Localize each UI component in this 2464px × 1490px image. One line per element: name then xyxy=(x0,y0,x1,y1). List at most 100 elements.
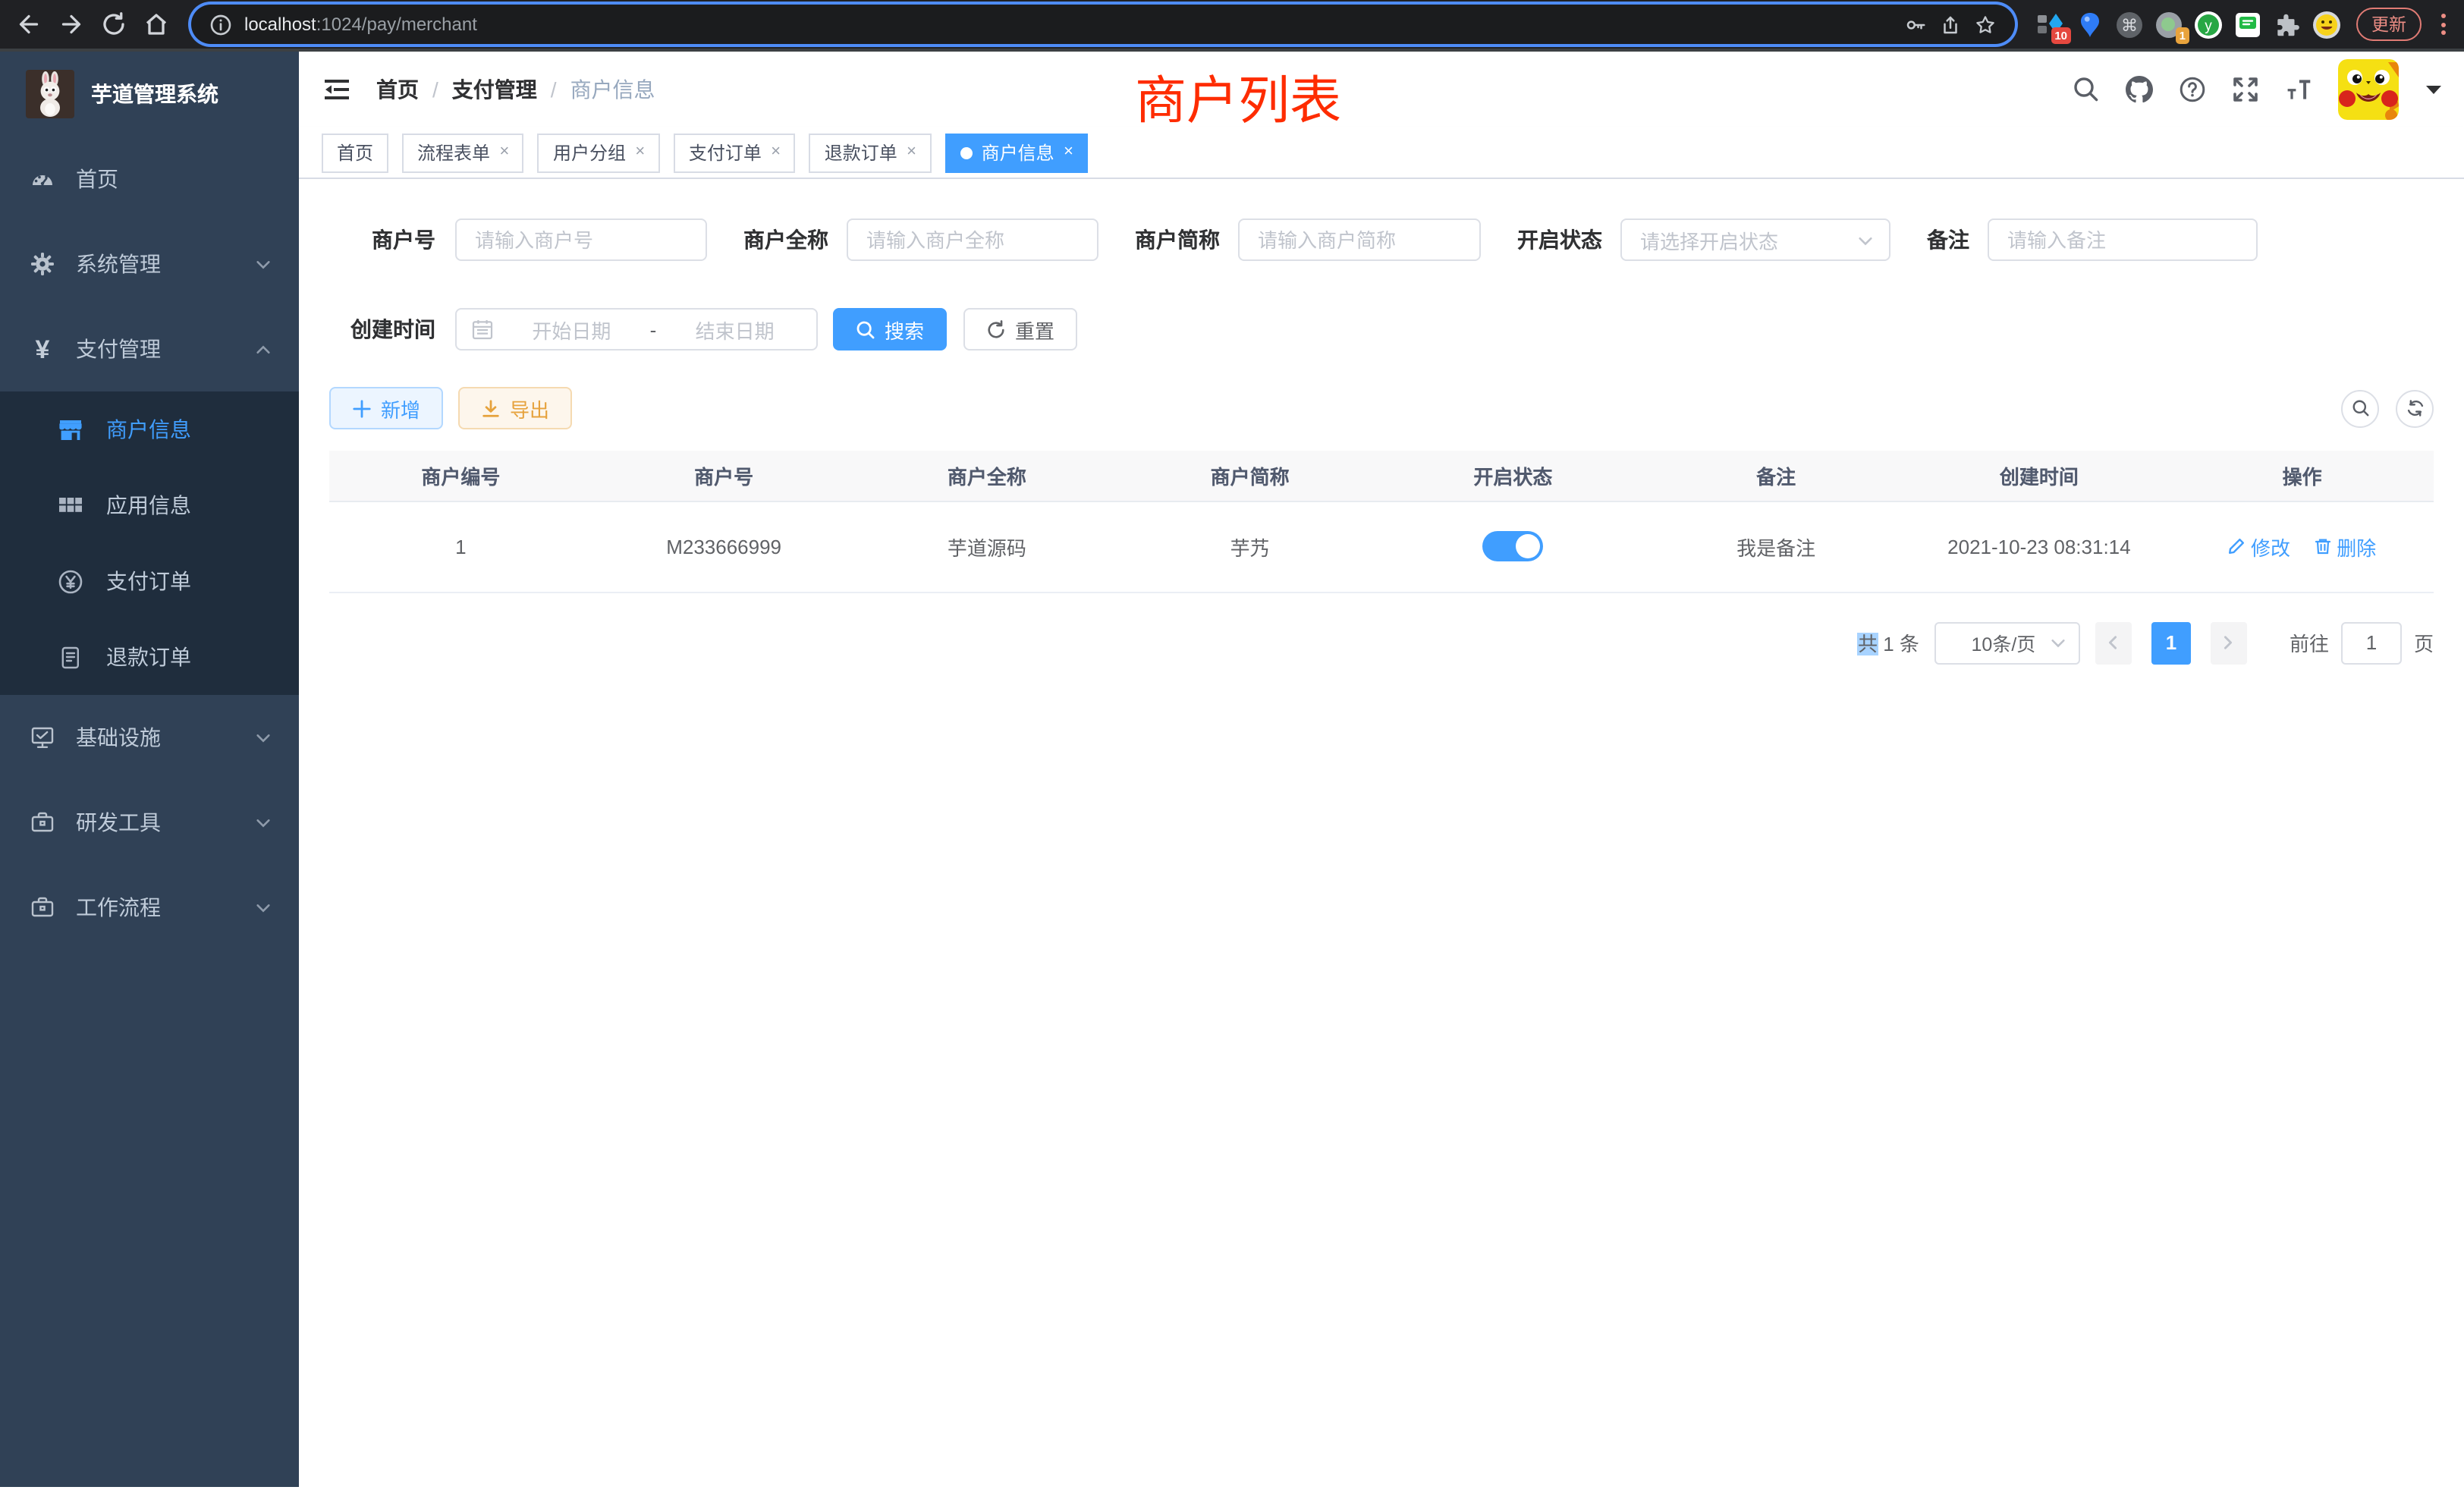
sidebar-item-payment[interactable]: ¥ 支付管理 xyxy=(0,306,299,391)
reset-button[interactable]: 重置 xyxy=(963,308,1077,350)
ext-chat-icon[interactable] xyxy=(2233,10,2262,39)
app-title: 芋道管理系统 xyxy=(91,79,218,109)
toolbar-right xyxy=(2341,389,2434,427)
sidebar-subitem-merchant-info[interactable]: 商户信息 xyxy=(0,391,299,467)
password-key-icon[interactable] xyxy=(1904,13,1927,36)
sidebar-subitem-pay-order[interactable]: 支付订单 xyxy=(0,543,299,619)
merchant-no-input[interactable] xyxy=(455,218,707,261)
full-name-input[interactable] xyxy=(847,218,1098,261)
close-icon[interactable]: × xyxy=(771,144,781,161)
sidebar-subitem-refund-order[interactable]: 退款订单 xyxy=(0,619,299,695)
filter-row-1: 商户号 商户全称 商户简称 开启状态 请选择开启状态 备注 xyxy=(329,218,2434,261)
ext-diamond-icon[interactable]: 10 xyxy=(2036,10,2065,39)
sidebar-subitem-app-info[interactable]: 应用信息 xyxy=(0,467,299,543)
browser-menu-icon[interactable] xyxy=(2440,14,2446,35)
close-icon[interactable]: × xyxy=(499,144,509,161)
page-content: 商户号 商户全称 商户简称 开启状态 请选择开启状态 备注 创 xyxy=(299,179,2464,1487)
pagination: 共 1 条 10条/页 1 前往 页 xyxy=(329,621,2434,664)
add-button[interactable]: 新增 xyxy=(329,387,443,429)
create-time-range-picker[interactable]: 开始日期 - 结束日期 xyxy=(455,308,818,350)
next-page-button[interactable] xyxy=(2211,621,2247,664)
shop-icon xyxy=(58,417,83,442)
url-text[interactable]: localhost:1024/pay/merchant xyxy=(244,14,1892,35)
current-page-button[interactable]: 1 xyxy=(2151,621,2191,664)
sidebar-item-label: 应用信息 xyxy=(106,490,191,520)
merchant-table: 商户编号 商户号 商户全称 商户简称 开启状态 备注 创建时间 操作 1 xyxy=(329,451,2434,593)
sidebar-item-label: 支付管理 xyxy=(76,334,234,364)
refresh-table-button[interactable] xyxy=(2396,389,2434,427)
help-icon[interactable] xyxy=(2179,76,2206,103)
tab-process-form[interactable]: 流程表单× xyxy=(402,133,524,172)
url-host: localhost xyxy=(244,14,316,35)
tab-refund-order[interactable]: 退款订单× xyxy=(809,133,932,172)
font-size-icon[interactable] xyxy=(2285,76,2312,103)
prev-page-button[interactable] xyxy=(2095,621,2132,664)
bookmark-star-icon[interactable] xyxy=(1974,13,1997,36)
url-bar[interactable]: localhost:1024/pay/merchant xyxy=(191,5,2015,44)
search-icon[interactable] xyxy=(2073,76,2100,103)
chevron-down-icon xyxy=(255,899,272,916)
ext-puzzle-icon[interactable] xyxy=(2273,10,2302,39)
fullscreen-icon[interactable] xyxy=(2232,76,2259,103)
main-area: 商户列表 首页 / 支付管理 / 商户信息 xyxy=(299,52,2464,1487)
short-name-input[interactable] xyxy=(1238,218,1481,261)
col-remark: 备注 xyxy=(1645,451,1908,501)
ext-pin-icon[interactable] xyxy=(2076,10,2104,39)
sidebar-item-system[interactable]: 系统管理 xyxy=(0,222,299,306)
tags-view-bar: 首页 流程表单× 用户分组× 支付订单× 退款订单× 商户信息× xyxy=(299,127,2464,179)
ext-command-icon[interactable]: ⌘ xyxy=(2115,10,2144,39)
ext-emoji-avatar-icon[interactable] xyxy=(2312,10,2341,39)
pagination-goto: 前往 页 xyxy=(2290,621,2434,664)
sidebar-item-devtools[interactable]: 研发工具 xyxy=(0,780,299,865)
close-icon[interactable]: × xyxy=(635,144,645,161)
sidebar-item-workflow[interactable]: 工作流程 xyxy=(0,865,299,950)
search-button[interactable]: 搜索 xyxy=(833,308,947,350)
start-date-placeholder: 开始日期 xyxy=(505,315,638,344)
refresh-icon xyxy=(2406,399,2424,417)
github-icon[interactable] xyxy=(2126,76,2153,103)
tab-pay-order[interactable]: 支付订单× xyxy=(674,133,796,172)
share-icon[interactable] xyxy=(1939,13,1962,36)
avatar[interactable] xyxy=(2338,59,2399,120)
edit-link[interactable]: 修改 xyxy=(2228,532,2290,561)
export-button[interactable]: 导出 xyxy=(458,387,572,429)
close-icon[interactable]: × xyxy=(907,144,916,161)
close-icon[interactable]: × xyxy=(1064,144,1073,161)
avatar-caret-icon[interactable] xyxy=(2425,83,2443,96)
toggle-search-button[interactable] xyxy=(2341,389,2379,427)
remark-input[interactable] xyxy=(1988,218,2258,261)
date-separator: - xyxy=(650,318,657,341)
download-icon xyxy=(481,398,501,418)
status-toggle[interactable] xyxy=(1482,531,1543,561)
page-size-select[interactable]: 10条/页 xyxy=(1934,621,2080,664)
info-icon[interactable] xyxy=(209,13,232,36)
sidebar-logo[interactable]: 芋道管理系统 xyxy=(0,52,299,137)
back-icon[interactable] xyxy=(15,11,42,38)
reload-icon[interactable] xyxy=(100,11,127,38)
browser-update-button[interactable]: 更新 xyxy=(2356,8,2422,41)
sidebar-item-label: 工作流程 xyxy=(76,892,234,923)
tab-user-group[interactable]: 用户分组× xyxy=(538,133,660,172)
tab-merchant-info[interactable]: 商户信息× xyxy=(945,133,1089,172)
goto-page-input[interactable] xyxy=(2341,621,2402,664)
forward-icon[interactable] xyxy=(58,11,85,38)
delete-link[interactable]: 删除 xyxy=(2314,532,2376,561)
tab-home[interactable]: 首页 xyxy=(322,133,388,172)
grid-icon xyxy=(58,492,83,518)
sidebar-item-home[interactable]: 首页 xyxy=(0,137,299,222)
collapse-sidebar-icon[interactable] xyxy=(322,74,352,105)
status-select[interactable]: 请选择开启状态 xyxy=(1620,218,1890,261)
end-date-placeholder: 结束日期 xyxy=(668,315,801,344)
sidebar-item-label: 研发工具 xyxy=(76,807,234,838)
goto-label: 前往 xyxy=(2290,628,2329,657)
col-status: 开启状态 xyxy=(1381,451,1645,501)
sidebar-item-infrastructure[interactable]: 基础设施 xyxy=(0,695,299,780)
magnifier-icon xyxy=(2351,399,2369,417)
ext-screenshot-icon[interactable]: 1 xyxy=(2154,10,2183,39)
breadcrumb-payment[interactable]: 支付管理 xyxy=(452,74,537,105)
col-actions: 操作 xyxy=(2170,451,2434,501)
ext-badge: 1 xyxy=(2176,27,2189,43)
breadcrumb-home[interactable]: 首页 xyxy=(376,74,419,105)
ext-yudao-icon[interactable]: y xyxy=(2194,10,2223,39)
home-icon[interactable] xyxy=(143,11,170,38)
